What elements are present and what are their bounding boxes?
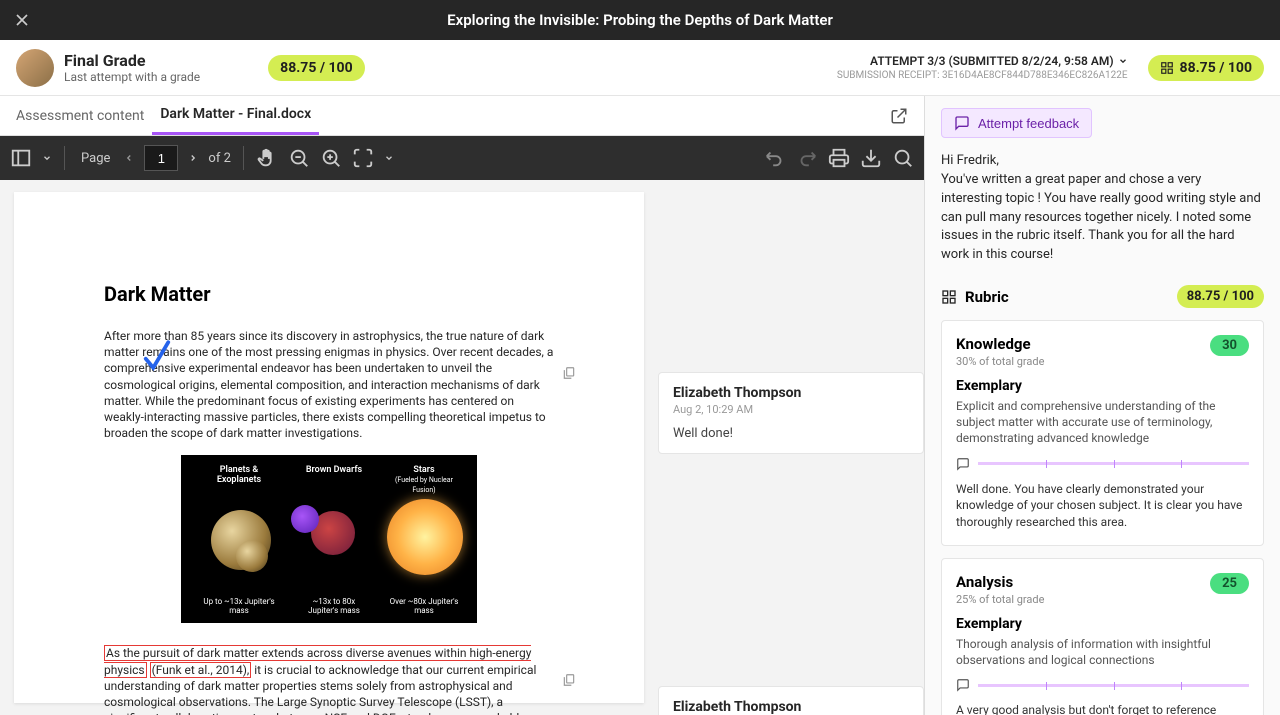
header-rubric-score: 88.75 / 100	[1180, 60, 1252, 76]
doc-embedded-image: Planets & Exoplanets Brown Dwarfs Stars(…	[181, 455, 477, 623]
final-score-pill: 88.75 / 100	[268, 55, 364, 81]
rubric-item-title: Analysis	[956, 573, 1044, 591]
rubric-item-level: Exemplary	[956, 378, 1249, 394]
close-icon[interactable]	[12, 10, 32, 30]
feedback-note-icon	[956, 678, 970, 692]
feedback-panel: Attempt feedback Hi Fredrik, You've writ…	[925, 96, 1280, 715]
rubric-item-score: 30	[1210, 335, 1249, 356]
rubric-item-feedback: Well done. You have clearly demonstrated…	[956, 481, 1249, 531]
document-page: Dark Matter After more than 85 years sin…	[14, 192, 644, 703]
chevron-down-icon[interactable]	[384, 153, 394, 163]
comment-marker-icon[interactable]	[562, 673, 576, 687]
rubric-item-pct: 25% of total grade	[956, 593, 1044, 606]
tab-file[interactable]: Dark Matter - Final.docx	[152, 96, 319, 135]
page-total: of 2	[208, 151, 230, 166]
comment-card[interactable]: Elizabeth Thompson Aug 2, 10:29 AM Well …	[658, 372, 924, 454]
page-next-icon[interactable]	[188, 153, 198, 163]
rubric-item-feedback: A very good analysis but don't forget to…	[956, 702, 1249, 715]
rubric-item-pct: 30% of total grade	[956, 355, 1044, 368]
rubric-header: Rubric 88.75 / 100	[941, 285, 1264, 308]
rubric-progress-bar	[978, 462, 1249, 465]
sidebar-toggle-icon[interactable]	[10, 147, 32, 169]
print-icon[interactable]	[828, 147, 850, 169]
img-col2-footer: ~13x to 80x Jupiter's mass	[299, 597, 369, 615]
header-right: ATTEMPT 3/3 (SUBMITTED 8/2/24, 9:58 AM) …	[837, 54, 1128, 81]
rubric-item-level: Exemplary	[956, 616, 1249, 632]
undo-icon[interactable]	[764, 147, 786, 169]
doc-paragraph-2: As the pursuit of dark matter extends ac…	[104, 645, 554, 715]
comment-marker-icon[interactable]	[562, 366, 576, 380]
comment-body: Well done!	[673, 426, 909, 441]
attempt-selector[interactable]: ATTEMPT 3/3 (SUBMITTED 8/2/24, 9:58 AM)	[837, 54, 1128, 68]
page-title: Exploring the Invisible: Probing the Dep…	[32, 11, 1248, 29]
feedback-note-icon	[956, 457, 970, 471]
rubric-score-pill: 88.75 / 100	[1177, 285, 1264, 308]
rubric-item-title: Knowledge	[956, 335, 1044, 353]
attempt-text: ATTEMPT 3/3 (SUBMITTED 8/2/24, 9:58 AM)	[870, 54, 1114, 68]
comment-author: Elizabeth Thompson	[673, 385, 909, 401]
page-label: Page	[81, 151, 110, 166]
comments-column: Elizabeth Thompson Aug 2, 10:29 AM Well …	[644, 180, 924, 715]
comment-author: Elizabeth Thompson	[673, 699, 909, 715]
tab-assessment-content[interactable]: Assessment content	[8, 98, 152, 134]
new-window-icon[interactable]	[890, 107, 908, 125]
document-viewer[interactable]: Dark Matter After more than 85 years sin…	[0, 180, 924, 715]
img-col2-header: Brown Dwarfs	[299, 465, 369, 475]
search-icon[interactable]	[892, 147, 914, 169]
redo-icon[interactable]	[796, 147, 818, 169]
pan-icon[interactable]	[256, 147, 278, 169]
zoom-in-icon[interactable]	[320, 147, 342, 169]
img-col3-footer: Over ~80x Jupiter's mass	[389, 597, 459, 615]
doc-heading: Dark Matter	[104, 282, 554, 306]
feedback-btn-label: Attempt feedback	[978, 116, 1079, 131]
grade-header: Final Grade Last attempt with a grade 88…	[0, 40, 1280, 96]
rubric-item-score: 25	[1210, 573, 1249, 594]
rubric-item-desc: Explicit and comprehensive understanding…	[956, 398, 1249, 447]
attempt-feedback-button[interactable]: Attempt feedback	[941, 108, 1092, 138]
feedback-body: Hi Fredrik, You've written a great paper…	[941, 152, 1264, 265]
img-col3-header: Stars(Fueled by Nuclear Fusion)	[389, 465, 459, 495]
rubric-progress-bar	[978, 684, 1249, 687]
download-icon[interactable]	[860, 147, 882, 169]
tabs-row: Assessment content Dark Matter - Final.d…	[0, 96, 924, 136]
chevron-down-icon	[1118, 56, 1128, 66]
page-input[interactable]	[144, 145, 178, 171]
top-bar: Exploring the Invisible: Probing the Dep…	[0, 0, 1280, 40]
comment-card[interactable]: Elizabeth Thompson Aug 2, 10:29 AM	[658, 686, 924, 715]
grade-title: Final Grade	[64, 51, 200, 70]
fit-page-icon[interactable]	[352, 147, 374, 169]
grade-subtitle: Last attempt with a grade	[64, 70, 200, 84]
rubric-icon	[1160, 61, 1174, 75]
submission-receipt: SUBMISSION RECEIPT: 3E16D4AE8CF844D788E3…	[837, 70, 1128, 81]
page-prev-icon[interactable]	[124, 153, 134, 163]
rubric-label: Rubric	[965, 288, 1169, 306]
grade-info: Final Grade Last attempt with a grade	[64, 51, 200, 84]
img-col1-footer: Up to ~13x Jupiter's mass	[199, 597, 279, 615]
rubric-item-knowledge[interactable]: Knowledge 30% of total grade 30 Exemplar…	[941, 320, 1264, 546]
img-col1-header: Planets & Exoplanets	[199, 465, 279, 485]
rubric-item-analysis[interactable]: Analysis 25% of total grade 25 Exemplary…	[941, 558, 1264, 715]
rubric-icon	[941, 289, 957, 305]
zoom-out-icon[interactable]	[288, 147, 310, 169]
feedback-icon	[954, 115, 970, 131]
rubric-item-desc: Thorough analysis of information with in…	[956, 636, 1249, 668]
comment-time: Aug 2, 10:29 AM	[673, 403, 909, 416]
doc-paragraph-1: After more than 85 years since its disco…	[104, 328, 554, 441]
header-rubric-pill[interactable]: 88.75 / 100	[1148, 55, 1264, 81]
avatar	[16, 49, 54, 87]
document-toolbar: Page of 2	[0, 136, 924, 180]
highlight-2[interactable]: (Funk et al., 2014),	[150, 662, 252, 678]
chevron-down-icon[interactable]	[42, 153, 52, 163]
